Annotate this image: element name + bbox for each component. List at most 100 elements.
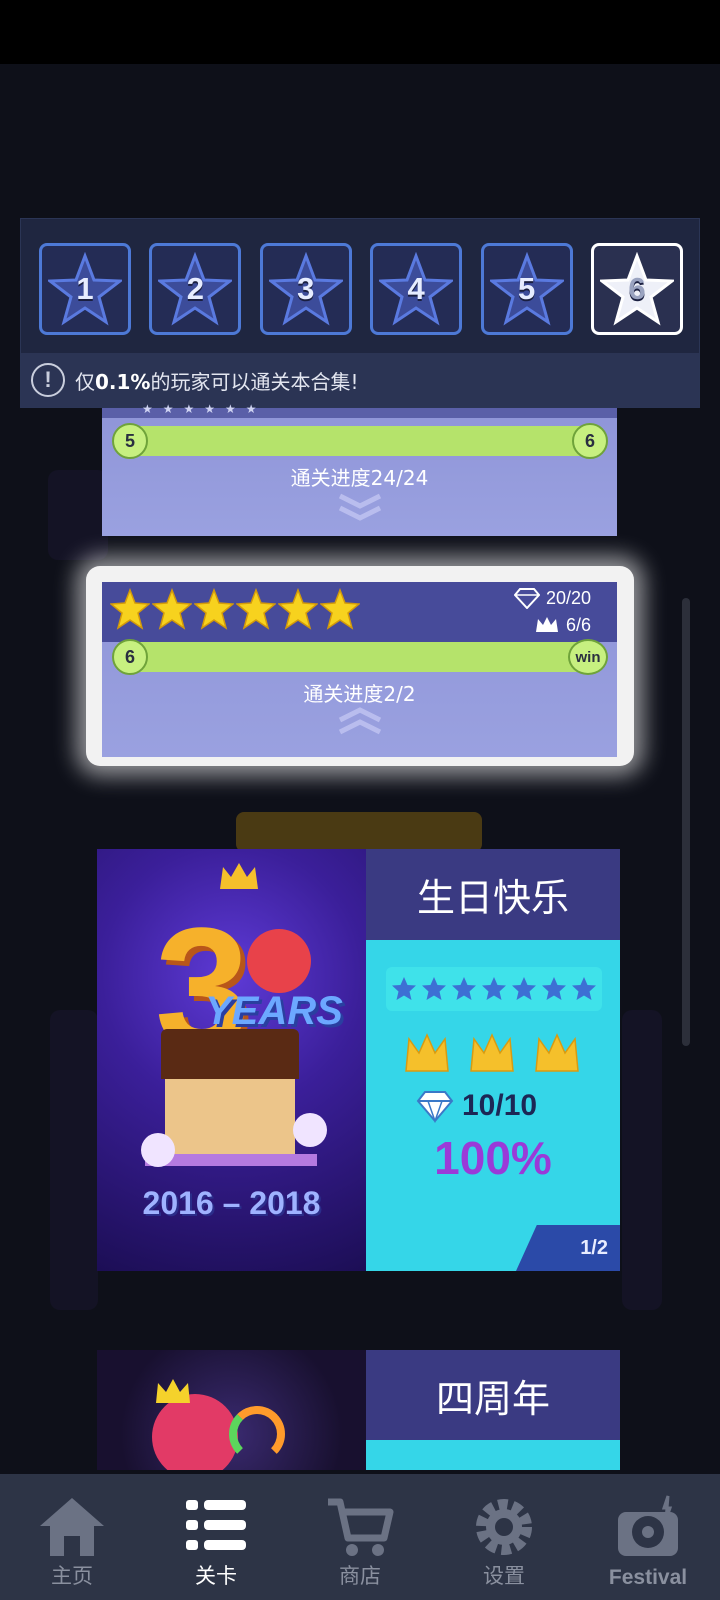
star-icon — [110, 588, 150, 630]
nav-levels[interactable]: 关卡 — [144, 1474, 288, 1600]
star-rating — [386, 967, 602, 1011]
level-tiles: 1 2 3 4 5 6 — [39, 243, 683, 335]
card-header: 20/20 6/6 — [102, 582, 617, 642]
level-number: 6 — [628, 271, 646, 306]
background-ghost — [48, 470, 108, 560]
bottom-nav: 主页 关卡 商店 设置 Festival — [0, 1474, 720, 1600]
star-icon — [572, 977, 596, 1000]
collection-info: 四周年 — [366, 1350, 620, 1470]
level-number: 4 — [407, 271, 425, 306]
collection-title: 生日快乐 — [366, 849, 620, 940]
level-tile-3[interactable]: 3 — [259, 243, 352, 335]
chevron-up-icon[interactable] — [336, 706, 384, 736]
cart-icon — [328, 1498, 394, 1556]
crown-icon — [470, 1033, 514, 1072]
crown-icon — [220, 863, 258, 889]
progress-start-node: 5 — [112, 423, 148, 459]
star-icon — [152, 588, 192, 630]
progress-start-node: 6 — [112, 639, 148, 675]
rainbow-graphic — [229, 1406, 285, 1462]
cake-pop — [141, 1133, 175, 1167]
crown-icon — [535, 1033, 579, 1072]
gem-count: 20/20 — [545, 587, 591, 608]
nav-label: 商店 — [339, 1564, 381, 1588]
crown-icon — [156, 1379, 190, 1403]
star-row-peek: ★★★★★★ — [142, 402, 267, 416]
background-ghost — [50, 1010, 98, 1310]
nav-label: 设置 — [483, 1564, 525, 1588]
nav-label: Festival — [608, 1566, 688, 1589]
level-number: 5 — [517, 271, 536, 306]
star-icon — [194, 588, 234, 630]
level-tile-1[interactable]: 1 — [39, 243, 131, 335]
collection-artwork: 3 YEARS 2016 – 2018 — [97, 849, 366, 1271]
collection-artwork — [97, 1350, 366, 1470]
art-year-range: 2016 – 2018 — [142, 1185, 321, 1221]
balloon-graphic — [247, 929, 311, 993]
collection-info: 生日快乐 10/10 100% 1/2 — [366, 849, 620, 1271]
cake-pop — [293, 1113, 327, 1147]
gem-count: 10/10 — [462, 1089, 538, 1122]
cake-frosting — [161, 1029, 299, 1079]
star-icon — [236, 588, 276, 630]
nav-home[interactable]: 主页 — [0, 1474, 144, 1600]
star-icon — [392, 977, 416, 1000]
level-number: 2 — [186, 271, 205, 306]
nav-settings[interactable]: 设置 — [432, 1474, 576, 1600]
progress-label: 通关进度24/24 — [290, 466, 429, 490]
level-tile-6[interactable]: 6 — [590, 243, 683, 335]
status-bar — [0, 0, 720, 64]
festival-disc-icon — [618, 1495, 678, 1556]
progress-bar: 5 6 — [112, 423, 608, 459]
star-rating — [110, 588, 360, 632]
diamond-icon — [416, 1091, 454, 1123]
page-indicator: 1/2 — [516, 1225, 620, 1271]
progress-end-node: 6 — [572, 423, 608, 459]
cake-body — [165, 1079, 295, 1157]
background-ghost — [622, 1010, 662, 1310]
level-number: 3 — [297, 271, 315, 306]
completion-percent: 100% — [434, 1132, 552, 1184]
progress-card-previous[interactable]: ★★★★★★ 5 6 通关进度24/24 — [102, 402, 617, 536]
collection-card-fourth-anniversary[interactable]: 四周年 — [97, 1350, 620, 1470]
progress-label: 通关进度2/2 — [303, 682, 416, 706]
scrollbar[interactable] — [682, 598, 690, 1046]
card-header-peek: ★★★★★★ — [102, 402, 617, 418]
crown-icon — [405, 1033, 449, 1072]
star-icon — [542, 977, 566, 1000]
star-icon — [320, 588, 360, 630]
notice-bar: ! 仅0.1%的玩家可以通关本合集! — [21, 353, 699, 407]
star-icon — [422, 977, 446, 1000]
nav-label: 关卡 — [195, 1564, 237, 1588]
chevron-down-icon[interactable] — [336, 492, 384, 522]
nav-festival[interactable]: Festival — [576, 1474, 720, 1600]
gem-stat: 10/10 — [416, 1089, 537, 1123]
gear-icon — [476, 1499, 532, 1555]
nav-label: 主页 — [51, 1564, 93, 1588]
progress-win-node: win — [568, 639, 608, 675]
list-icon — [186, 1500, 246, 1550]
background-button-ghost — [236, 812, 482, 852]
diamond-icon — [513, 588, 540, 609]
level-tile-5[interactable]: 5 — [480, 243, 573, 335]
home-icon — [40, 1498, 104, 1556]
star-icon — [278, 588, 318, 630]
notice-text: 仅0.1%的玩家可以通关本合集! — [75, 369, 359, 394]
progress-card-current[interactable]: 20/20 6/6 6 win 通关进度2/2 — [102, 582, 617, 757]
collection-title: 四周年 — [366, 1350, 620, 1440]
collection-card-birthday[interactable]: 3 YEARS 2016 – 2018 生日快乐 10/10 100% 1/2 — [97, 849, 620, 1271]
progress-bar: 6 win — [112, 639, 608, 675]
nav-shop[interactable]: 商店 — [288, 1474, 432, 1600]
level-number: 1 — [76, 271, 94, 306]
star-icon — [452, 977, 476, 1000]
level-tile-4[interactable]: 4 — [370, 243, 463, 335]
star-icon — [482, 977, 506, 1000]
level-tile-2[interactable]: 2 — [149, 243, 242, 335]
star-icon — [512, 977, 536, 1000]
level-selector-panel: 1 2 3 4 5 6 ! 仅0.1%的玩家可以通关本合集! — [20, 218, 700, 408]
gem-stat: 20/20 — [513, 587, 591, 609]
crown-icon — [535, 617, 558, 632]
crown-count: 6/6 — [565, 614, 591, 635]
art-years-word: YEARS — [205, 989, 343, 1033]
crown-rating — [402, 1029, 582, 1077]
